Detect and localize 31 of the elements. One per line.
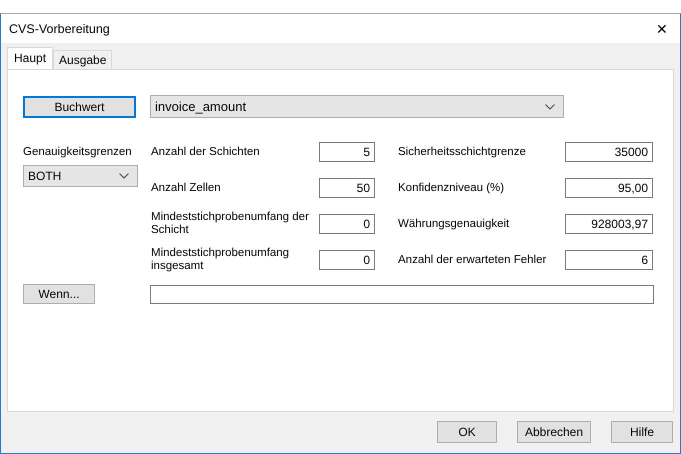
value-dropdown[interactable]: invoice_amount: [150, 95, 564, 118]
window-title: CVS-Vorbereitung: [9, 22, 110, 36]
field-label: Währungsgenauigkeit: [398, 218, 510, 230]
number-field[interactable]: 95,00: [565, 178, 653, 198]
field-label: Genauigkeitsgrenzen: [23, 145, 133, 160]
number-field[interactable]: 5: [319, 142, 375, 162]
field-label: Sicherheitsschichtgrenze: [398, 146, 526, 158]
value-button[interactable]: Buchwert: [23, 96, 136, 118]
field-label: Anzahl Zellen: [151, 182, 221, 194]
tab[interactable]: Haupt: [7, 47, 54, 69]
number-field[interactable]: 50: [319, 178, 375, 198]
dialog-button[interactable]: Abbrechen: [517, 421, 591, 443]
chevron-down-icon: [545, 104, 555, 110]
tab[interactable]: Ausgabe: [53, 50, 112, 69]
dialog-button[interactable]: OK: [437, 421, 497, 443]
chevron-down-icon: [119, 173, 129, 179]
number-field[interactable]: 928003,97: [565, 214, 653, 234]
field-label: Anzahl der erwarteten Fehler: [398, 254, 546, 266]
field-label: Mindeststichprobenumfang der Schicht: [151, 211, 310, 237]
field-label: Anzahl der Schichten: [151, 146, 260, 158]
close-button[interactable]: ✕: [656, 20, 668, 36]
number-field[interactable]: 0: [319, 250, 375, 270]
dialog-button[interactable]: Hilfe: [611, 421, 673, 443]
number-field[interactable]: 0: [319, 214, 375, 234]
number-field[interactable]: 35000: [565, 142, 653, 162]
condition-field[interactable]: [150, 284, 654, 304]
field-label: Mindeststichprobenumfang insgesamt: [151, 247, 290, 273]
precision-dropdown[interactable]: BOTH: [23, 165, 138, 187]
if-button[interactable]: Wenn...: [23, 284, 95, 304]
field-label: Konfidenzniveau (%): [398, 182, 504, 194]
number-field[interactable]: 6: [565, 250, 653, 270]
